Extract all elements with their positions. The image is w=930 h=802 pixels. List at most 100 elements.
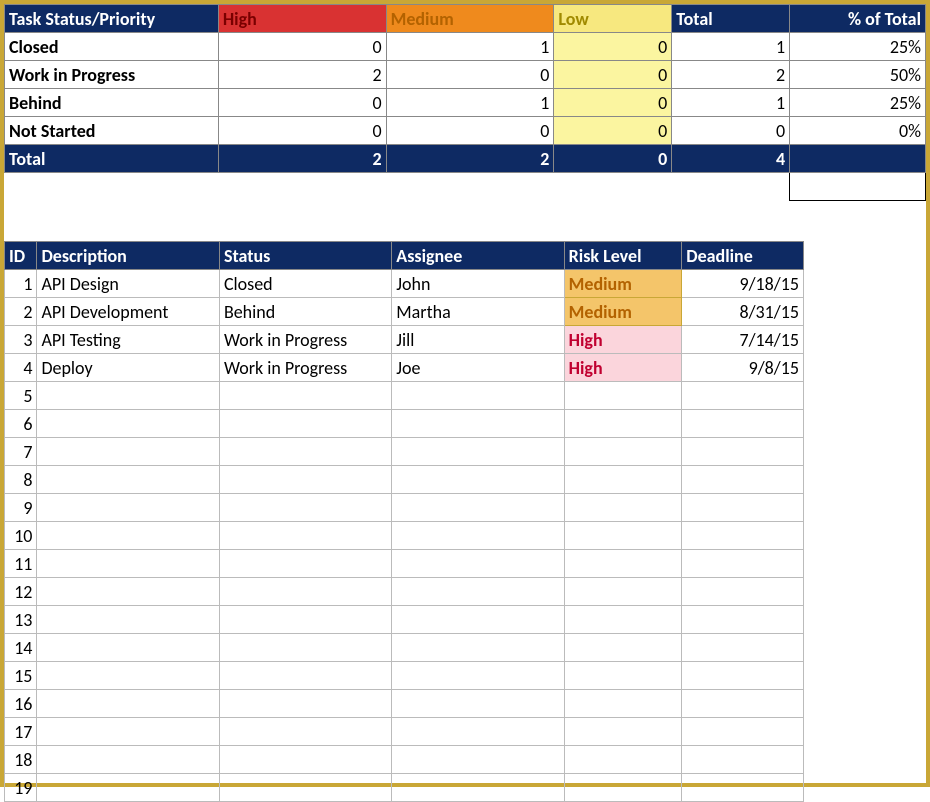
summary-cell-medium[interactable]: 0 [386,61,554,89]
task-status[interactable] [219,410,391,438]
task-description[interactable] [37,690,220,718]
col-risk[interactable]: Risk Level [564,242,682,270]
task-description[interactable] [37,746,220,774]
summary-cell-pct[interactable]: 25% [790,33,926,61]
task-risk[interactable]: High [564,354,682,382]
task-description[interactable]: API Design [37,270,220,298]
task-deadline[interactable] [682,382,804,410]
summary-cell-pct[interactable]: 0% [790,117,926,145]
task-risk[interactable]: High [564,326,682,354]
task-status[interactable]: Behind [219,298,391,326]
summary-cell-pct[interactable]: 50% [790,61,926,89]
task-risk[interactable] [564,494,682,522]
task-id[interactable]: 18 [5,746,37,774]
task-assignee[interactable]: Jill [392,326,564,354]
task-id[interactable]: 7 [5,438,37,466]
task-status[interactable] [219,690,391,718]
task-assignee[interactable] [392,550,564,578]
task-assignee[interactable]: Martha [392,298,564,326]
task-risk[interactable] [564,606,682,634]
summary-cell-high[interactable]: 0 [218,89,386,117]
task-risk[interactable] [564,746,682,774]
task-risk[interactable] [564,410,682,438]
col-id[interactable]: ID [5,242,37,270]
task-deadline[interactable] [682,410,804,438]
total-total[interactable]: 4 [672,145,790,173]
total-label[interactable]: Total [5,145,219,173]
task-status[interactable] [219,522,391,550]
task-description[interactable]: API Development [37,298,220,326]
task-deadline[interactable] [682,662,804,690]
task-status[interactable] [219,578,391,606]
task-assignee[interactable] [392,438,564,466]
task-deadline[interactable] [682,606,804,634]
task-assignee[interactable] [392,774,564,802]
task-assignee[interactable] [392,690,564,718]
task-deadline[interactable] [682,494,804,522]
summary-cell-total[interactable]: 0 [672,117,790,145]
summary-cell-total[interactable]: 2 [672,61,790,89]
total-high[interactable]: 2 [218,145,386,173]
task-risk[interactable]: Medium [564,270,682,298]
task-description[interactable]: Deploy [37,354,220,382]
summary-cell-total[interactable]: 1 [672,89,790,117]
task-id[interactable]: 1 [5,270,37,298]
task-risk[interactable] [564,578,682,606]
summary-row-label[interactable]: Closed [5,33,219,61]
total-low[interactable]: 0 [554,145,672,173]
task-status[interactable] [219,718,391,746]
task-id[interactable]: 6 [5,410,37,438]
task-status[interactable]: Work in Progress [219,354,391,382]
task-risk[interactable] [564,438,682,466]
task-id[interactable]: 4 [5,354,37,382]
total-pct[interactable] [790,145,926,173]
task-id[interactable]: 5 [5,382,37,410]
col-assignee[interactable]: Assignee [392,242,564,270]
task-description[interactable] [37,466,220,494]
col-low[interactable]: Low [554,5,672,33]
task-risk[interactable] [564,466,682,494]
task-status[interactable] [219,774,391,802]
task-id[interactable]: 15 [5,662,37,690]
task-status[interactable] [219,662,391,690]
task-status[interactable] [219,606,391,634]
task-id[interactable]: 3 [5,326,37,354]
task-deadline[interactable] [682,746,804,774]
task-status[interactable]: Work in Progress [219,326,391,354]
total-medium[interactable]: 2 [386,145,554,173]
col-pct[interactable]: % of Total [790,5,926,33]
task-assignee[interactable]: Joe [392,354,564,382]
task-risk[interactable] [564,718,682,746]
task-assignee[interactable] [392,466,564,494]
col-status[interactable]: Status [219,242,391,270]
task-status[interactable] [219,746,391,774]
task-assignee[interactable] [392,662,564,690]
task-risk[interactable] [564,662,682,690]
task-status[interactable] [219,438,391,466]
col-deadline[interactable]: Deadline [682,242,804,270]
task-description[interactable]: API Testing [37,326,220,354]
summary-cell-low[interactable]: 0 [554,61,672,89]
summary-cell-medium[interactable]: 0 [386,117,554,145]
summary-cell-medium[interactable]: 1 [386,89,554,117]
task-status[interactable]: Closed [219,270,391,298]
task-assignee[interactable]: John [392,270,564,298]
task-id[interactable]: 8 [5,466,37,494]
task-deadline[interactable] [682,522,804,550]
task-deadline[interactable] [682,578,804,606]
task-risk[interactable] [564,382,682,410]
task-description[interactable] [37,662,220,690]
summary-cell-low[interactable]: 0 [554,89,672,117]
summary-cell-medium[interactable]: 1 [386,33,554,61]
summary-cell-pct[interactable]: 25% [790,89,926,117]
task-deadline[interactable]: 9/8/15 [682,354,804,382]
task-risk[interactable] [564,634,682,662]
col-status-priority[interactable]: Task Status/Priority [5,5,219,33]
task-id[interactable]: 19 [5,774,37,802]
task-deadline[interactable]: 8/31/15 [682,298,804,326]
task-deadline[interactable]: 9/18/15 [682,270,804,298]
task-description[interactable] [37,410,220,438]
task-status[interactable] [219,466,391,494]
task-assignee[interactable] [392,494,564,522]
task-deadline[interactable] [682,438,804,466]
